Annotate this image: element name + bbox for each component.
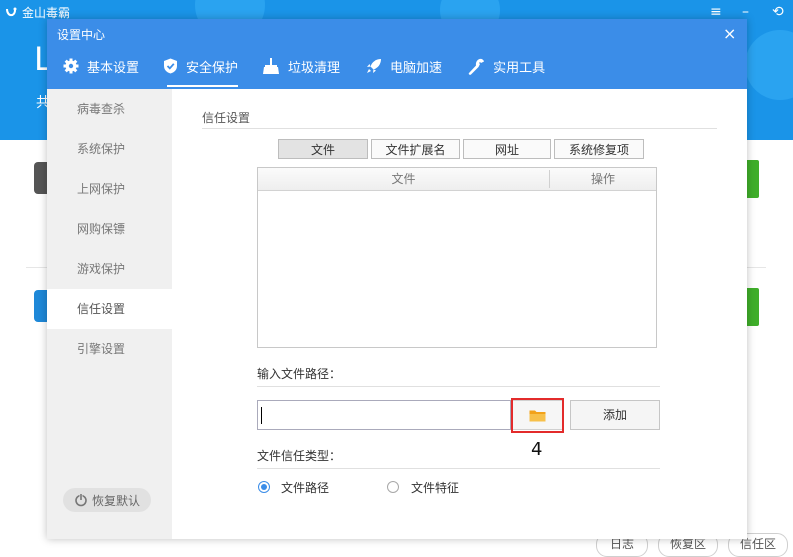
- tab-label: 实用工具: [493, 60, 546, 76]
- sidebar-item-system-protection[interactable]: 系统保护: [47, 129, 172, 169]
- file-path-input[interactable]: [257, 400, 511, 430]
- tab-label: 基本设置: [87, 60, 140, 76]
- tab-tools[interactable]: 实用工具: [458, 51, 555, 81]
- column-header-file: 文件: [391, 172, 416, 186]
- tab-speedup[interactable]: 电脑加速: [356, 51, 452, 81]
- restore-defaults-label: 恢复默认: [91, 493, 140, 508]
- tab-basic-settings[interactable]: 基本设置: [47, 51, 149, 81]
- text-caret: [261, 407, 262, 424]
- radio-file-signature-label[interactable]: 文件特征: [411, 479, 459, 496]
- trust-type-label: 文件信任类型：: [257, 449, 342, 463]
- highlight-box: [511, 398, 564, 433]
- sidebar-item-virus-scan[interactable]: 病毒查杀: [47, 89, 172, 129]
- segment-url[interactable]: 网址: [463, 139, 551, 159]
- tab-label: 垃圾清理: [288, 60, 341, 76]
- section-divider: [202, 128, 717, 129]
- path-label: 输入文件路径：: [257, 367, 342, 381]
- step-annotation: 4: [531, 439, 543, 460]
- app-logo-icon: [6, 7, 17, 16]
- menu-icon[interactable]: ≡: [710, 4, 722, 20]
- settings-dialog: 设置中心 × 基本设置 安全保护 垃圾清理 电脑加速 实用工具 病毒查杀 系统保…: [47, 19, 747, 539]
- tab-label: 安全保护: [186, 60, 239, 76]
- close-icon[interactable]: ×: [723, 26, 736, 42]
- sidebar-item-shopping-guard[interactable]: 网购保镖: [47, 209, 172, 249]
- tab-label: 电脑加速: [390, 60, 443, 76]
- tab-cleanup[interactable]: 垃圾清理: [252, 51, 350, 81]
- background-action-button[interactable]: [745, 160, 759, 198]
- dialog-header: 设置中心 × 基本设置 安全保护 垃圾清理 电脑加速 实用工具: [47, 19, 747, 89]
- broom-icon: [263, 58, 280, 74]
- background-action-button[interactable]: [745, 288, 759, 326]
- tab-security[interactable]: 安全保护: [153, 51, 248, 87]
- path-divider: [257, 386, 660, 387]
- minimize-icon[interactable]: –: [742, 4, 749, 20]
- radio-file-path[interactable]: [258, 481, 270, 493]
- shield-icon: [164, 58, 178, 74]
- section-title: 信任设置: [202, 111, 251, 125]
- power-icon: [75, 493, 87, 507]
- back-icon[interactable]: ⟲: [772, 4, 784, 20]
- tab-bar: 基本设置 安全保护 垃圾清理 电脑加速 实用工具: [47, 51, 555, 89]
- segment-system-repair[interactable]: 系统修复项: [554, 139, 644, 159]
- segment-file[interactable]: 文件: [278, 139, 368, 159]
- column-header-action: 操作: [590, 172, 615, 186]
- restore-defaults-button[interactable]: 恢复默认: [63, 488, 151, 512]
- sidebar-item-trust-settings[interactable]: 信任设置: [47, 289, 172, 329]
- sidebar-item-engine-settings[interactable]: 引擎设置: [47, 329, 172, 369]
- trust-type-divider: [257, 468, 660, 469]
- wrench-icon: [468, 58, 485, 75]
- sidebar-item-web-protection[interactable]: 上网保护: [47, 169, 172, 209]
- dialog-title: 设置中心: [57, 28, 106, 42]
- radio-file-path-label[interactable]: 文件路径: [281, 479, 329, 496]
- trust-settings-panel: 信任设置 文件 文件扩展名 网址 系统修复项 文件 操作 输入文件路径： 4 添…: [172, 89, 747, 539]
- gear-icon: [63, 58, 79, 74]
- sidebar-item-game-protection[interactable]: 游戏保护: [47, 249, 172, 289]
- radio-file-signature[interactable]: [387, 481, 399, 493]
- trusted-files-table[interactable]: 文件 操作: [257, 167, 657, 348]
- rocket-icon: [367, 59, 382, 73]
- add-button[interactable]: 添加: [570, 400, 660, 430]
- segment-file-extension[interactable]: 文件扩展名: [371, 139, 460, 159]
- settings-sidebar: 病毒查杀 系统保护 上网保护 网购保镖 游戏保护 信任设置 引擎设置 恢复默认: [47, 89, 172, 539]
